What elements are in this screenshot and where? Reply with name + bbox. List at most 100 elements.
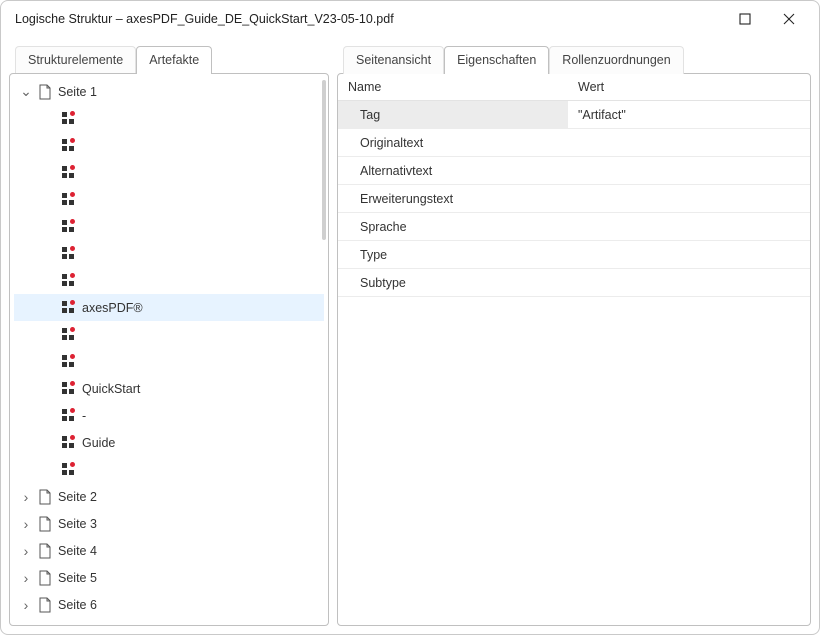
tree-item-label: QuickStart bbox=[76, 382, 140, 396]
left-tabs: StrukturelementeArtefakte bbox=[9, 45, 329, 73]
property-value[interactable] bbox=[568, 185, 810, 212]
artifact-icon bbox=[62, 112, 76, 126]
property-value[interactable]: "Artifact" bbox=[568, 101, 810, 128]
tree-page-item[interactable]: › Seite 5 bbox=[14, 564, 324, 591]
tab-strukturelemente[interactable]: Strukturelemente bbox=[15, 46, 136, 74]
tree-page-item[interactable]: › Seite 2 bbox=[14, 483, 324, 510]
property-row[interactable]: Erweiterungstext bbox=[338, 185, 810, 213]
tree-artifact-item[interactable]: axesPDF® bbox=[14, 294, 324, 321]
property-value[interactable] bbox=[568, 157, 810, 184]
tree-page-item[interactable]: › Seite 4 bbox=[14, 537, 324, 564]
right-tabs: SeitenansichtEigenschaftenRollenzuordnun… bbox=[337, 45, 811, 73]
page-icon bbox=[38, 570, 52, 586]
tree-artifact-item[interactable]: Guide bbox=[14, 429, 324, 456]
tab-artefakte[interactable]: Artefakte bbox=[136, 46, 212, 74]
chevron-right-icon[interactable]: › bbox=[18, 570, 34, 586]
content-area: StrukturelementeArtefakte ⌄ Seite 1 axesPD… bbox=[1, 37, 819, 634]
tree-page-item[interactable]: › Seite 6 bbox=[14, 591, 324, 618]
property-value[interactable] bbox=[568, 213, 810, 240]
window-title: Logische Struktur – axesPDF_Guide_DE_Qui… bbox=[15, 12, 723, 26]
tree-item-label: Seite 6 bbox=[52, 598, 97, 612]
property-name: Originaltext bbox=[338, 129, 568, 156]
tree-artifact-item[interactable] bbox=[14, 186, 324, 213]
tree-page-1[interactable]: ⌄ Seite 1 bbox=[14, 78, 324, 105]
property-value[interactable] bbox=[568, 129, 810, 156]
scrollbar-thumb[interactable] bbox=[322, 80, 326, 240]
tree-artifact-item[interactable] bbox=[14, 348, 324, 375]
tab-seitenansicht[interactable]: Seitenansicht bbox=[343, 46, 444, 74]
chevron-right-icon[interactable]: › bbox=[18, 516, 34, 532]
artifact-icon bbox=[62, 409, 76, 423]
page-icon bbox=[38, 84, 52, 100]
property-name: Alternativtext bbox=[338, 157, 568, 184]
artifact-icon bbox=[62, 436, 76, 450]
tree-item-label: Guide bbox=[76, 436, 115, 450]
tree-item-label: Seite 5 bbox=[52, 571, 97, 585]
property-value[interactable] bbox=[568, 269, 810, 296]
artifact-icon bbox=[62, 166, 76, 180]
artifacts-tree[interactable]: ⌄ Seite 1 axesPDF® QuickStart - Guide › Seite 2… bbox=[14, 78, 324, 621]
properties-body: Name Wert Tag"Artifact"OriginaltextAlter… bbox=[337, 73, 811, 626]
property-row[interactable]: Subtype bbox=[338, 269, 810, 297]
chevron-right-icon[interactable]: › bbox=[18, 597, 34, 613]
tree-artifact-item[interactable]: QuickStart bbox=[14, 375, 324, 402]
artifact-icon bbox=[62, 355, 76, 369]
tree-item-label: Seite 1 bbox=[52, 85, 97, 99]
artifact-icon bbox=[62, 220, 76, 234]
page-icon bbox=[38, 597, 52, 613]
property-row[interactable]: Tag"Artifact" bbox=[338, 101, 810, 129]
tree-artifact-item[interactable] bbox=[14, 456, 324, 483]
tree-item-label: Seite 3 bbox=[52, 517, 97, 531]
tree-artifact-item[interactable] bbox=[14, 159, 324, 186]
left-panel: StrukturelementeArtefakte ⌄ Seite 1 axesPD… bbox=[9, 45, 329, 626]
tree-artifact-item[interactable] bbox=[14, 213, 324, 240]
tree-item-label: Seite 2 bbox=[52, 490, 97, 504]
chevron-right-icon[interactable]: › bbox=[18, 489, 34, 505]
artifact-icon bbox=[62, 139, 76, 153]
tab-rollenzuordnungen[interactable]: Rollenzuordnungen bbox=[549, 46, 683, 74]
artifact-icon bbox=[62, 463, 76, 477]
property-row[interactable]: Type bbox=[338, 241, 810, 269]
artifact-icon bbox=[62, 382, 76, 396]
page-icon bbox=[38, 516, 52, 532]
close-button[interactable] bbox=[767, 4, 811, 34]
tree-artifact-item[interactable] bbox=[14, 105, 324, 132]
tab-eigenschaften[interactable]: Eigenschaften bbox=[444, 46, 549, 74]
chevron-down-icon[interactable]: ⌄ bbox=[18, 83, 34, 100]
property-row[interactable]: Alternativtext bbox=[338, 157, 810, 185]
property-row[interactable]: Originaltext bbox=[338, 129, 810, 157]
artifact-icon bbox=[62, 274, 76, 288]
tree-item-label: axesPDF® bbox=[76, 301, 143, 315]
tree-artifact-item[interactable] bbox=[14, 321, 324, 348]
maximize-button[interactable] bbox=[723, 4, 767, 34]
column-header-name[interactable]: Name bbox=[338, 74, 568, 100]
tree-artifact-item[interactable] bbox=[14, 132, 324, 159]
artifacts-tree-body: ⌄ Seite 1 axesPDF® QuickStart - Guide › Seite 2… bbox=[9, 73, 329, 626]
column-header-value[interactable]: Wert bbox=[568, 74, 810, 100]
chevron-right-icon[interactable]: › bbox=[18, 543, 34, 559]
tree-artifact-item[interactable] bbox=[14, 267, 324, 294]
properties-header: Name Wert bbox=[338, 74, 810, 101]
page-icon bbox=[38, 489, 52, 505]
tree-artifact-item[interactable] bbox=[14, 240, 324, 267]
artifact-icon bbox=[62, 193, 76, 207]
tree-page-item[interactable]: › Seite 3 bbox=[14, 510, 324, 537]
property-row[interactable]: Sprache bbox=[338, 213, 810, 241]
page-icon bbox=[38, 543, 52, 559]
property-name: Type bbox=[338, 241, 568, 268]
right-panel: SeitenansichtEigenschaftenRollenzuordnun… bbox=[337, 45, 811, 626]
property-name: Tag bbox=[338, 101, 568, 128]
tree-item-label: Seite 4 bbox=[52, 544, 97, 558]
properties-rows: Tag"Artifact"OriginaltextAlternativtextE… bbox=[338, 101, 810, 297]
property-value[interactable] bbox=[568, 241, 810, 268]
tree-item-label: - bbox=[76, 409, 86, 423]
property-name: Erweiterungstext bbox=[338, 185, 568, 212]
tree-artifact-item[interactable]: - bbox=[14, 402, 324, 429]
artifact-icon bbox=[62, 301, 76, 315]
property-name: Subtype bbox=[338, 269, 568, 296]
artifact-icon bbox=[62, 328, 76, 342]
artifact-icon bbox=[62, 247, 76, 261]
app-window: Logische Struktur – axesPDF_Guide_DE_Qui… bbox=[0, 0, 820, 635]
property-name: Sprache bbox=[338, 213, 568, 240]
titlebar: Logische Struktur – axesPDF_Guide_DE_Qui… bbox=[1, 1, 819, 37]
